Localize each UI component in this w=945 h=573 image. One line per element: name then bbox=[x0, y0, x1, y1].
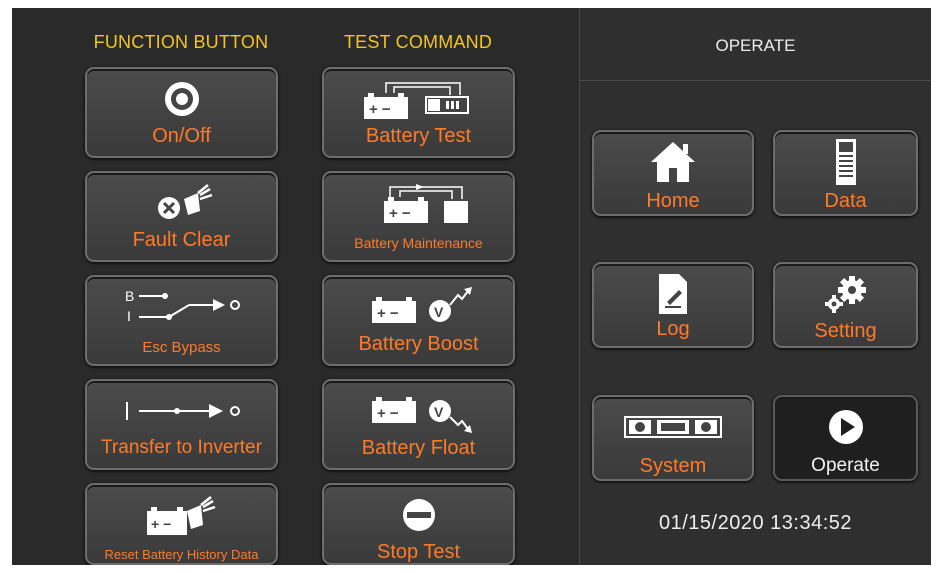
operate-button[interactable]: Operate bbox=[773, 395, 918, 481]
power-icon bbox=[87, 77, 276, 121]
battery-test-label: Battery Test bbox=[365, 125, 472, 147]
svg-text:+ −: + − bbox=[151, 516, 171, 532]
stop-icon bbox=[324, 493, 513, 537]
system-icon bbox=[594, 405, 752, 449]
esc-bypass-label: Esc Bypass bbox=[142, 339, 221, 356]
battery-float-button[interactable]: + − V Battery Float bbox=[322, 379, 515, 470]
data-icon bbox=[775, 139, 916, 185]
fault-clear-label: Fault Clear bbox=[132, 229, 231, 251]
datetime-display: 01/15/2020 13:34:52 bbox=[658, 512, 852, 534]
stop-test-button[interactable]: Stop Test bbox=[322, 483, 515, 565]
function-button-header: FUNCTION BUTTON bbox=[93, 32, 269, 52]
setting-button[interactable]: Setting bbox=[773, 262, 918, 348]
battery-maintenance-button[interactable]: + − Battery Maintenance bbox=[322, 171, 515, 262]
battery-test-button[interactable]: + − Battery Test bbox=[322, 67, 515, 158]
gear-icon bbox=[775, 272, 916, 316]
svg-text:+ −: + − bbox=[377, 305, 399, 322]
on-off-label: On/Off bbox=[152, 125, 211, 147]
home-button[interactable]: Home bbox=[592, 130, 754, 216]
fault-clear-button[interactable]: Fault Clear bbox=[85, 171, 278, 262]
battery-maintenance-icon: + − bbox=[324, 181, 513, 225]
stop-test-label: Stop Test bbox=[376, 541, 461, 563]
battery-boost-label: Battery Boost bbox=[358, 333, 479, 355]
battery-boost-button[interactable]: + − V Battery Boost bbox=[322, 275, 515, 366]
battery-maintenance-label: Battery Maintenance bbox=[354, 235, 483, 251]
play-icon bbox=[775, 405, 916, 449]
svg-text:+ −: + − bbox=[389, 205, 411, 222]
reset-battery-history-button[interactable]: + − Reset Battery History Data bbox=[85, 483, 278, 565]
operate-label: Operate bbox=[811, 455, 880, 476]
ups-control-screen: FUNCTION BUTTON TEST COMMAND OPERATE On/… bbox=[12, 8, 931, 565]
reset-battery-history-label: Reset Battery History Data bbox=[104, 547, 259, 562]
battery-float-label: Battery Float bbox=[361, 437, 476, 459]
fault-clear-icon bbox=[87, 181, 276, 225]
svg-text:V: V bbox=[434, 404, 444, 420]
battery-test-icon: + − bbox=[324, 77, 513, 121]
operate-header-divider bbox=[580, 80, 931, 81]
setting-label: Setting bbox=[814, 320, 877, 342]
system-label: System bbox=[639, 455, 707, 477]
panel-divider bbox=[579, 8, 580, 565]
transfer-icon bbox=[87, 389, 276, 433]
battery-broom-icon: + − bbox=[87, 493, 276, 537]
battery-float-icon: + − V bbox=[324, 389, 513, 433]
transfer-to-inverter-button[interactable]: Transfer to Inverter bbox=[85, 379, 278, 470]
bypass-switch-icon: B I bbox=[87, 285, 276, 329]
log-button[interactable]: Log bbox=[592, 262, 754, 348]
home-icon bbox=[594, 140, 752, 184]
test-command-header: TEST COMMAND bbox=[343, 32, 493, 52]
data-label: Data bbox=[824, 190, 867, 212]
bypass-i-letter: I bbox=[127, 308, 131, 324]
home-label: Home bbox=[646, 190, 700, 212]
svg-text:+ −: + − bbox=[369, 101, 391, 118]
svg-text:+ −: + − bbox=[377, 405, 399, 422]
esc-bypass-button[interactable]: B I Esc Bypass bbox=[85, 275, 278, 366]
on-off-button[interactable]: On/Off bbox=[85, 67, 278, 158]
bypass-b-letter: B bbox=[125, 288, 134, 304]
battery-boost-icon: + − V bbox=[324, 285, 513, 329]
system-button[interactable]: System bbox=[592, 395, 754, 481]
log-icon bbox=[594, 272, 752, 316]
operate-header: OPERATE bbox=[715, 36, 796, 55]
data-button[interactable]: Data bbox=[773, 130, 918, 216]
svg-text:V: V bbox=[434, 304, 444, 320]
log-label: Log bbox=[656, 318, 690, 340]
transfer-to-inverter-label: Transfer to Inverter bbox=[101, 437, 262, 458]
